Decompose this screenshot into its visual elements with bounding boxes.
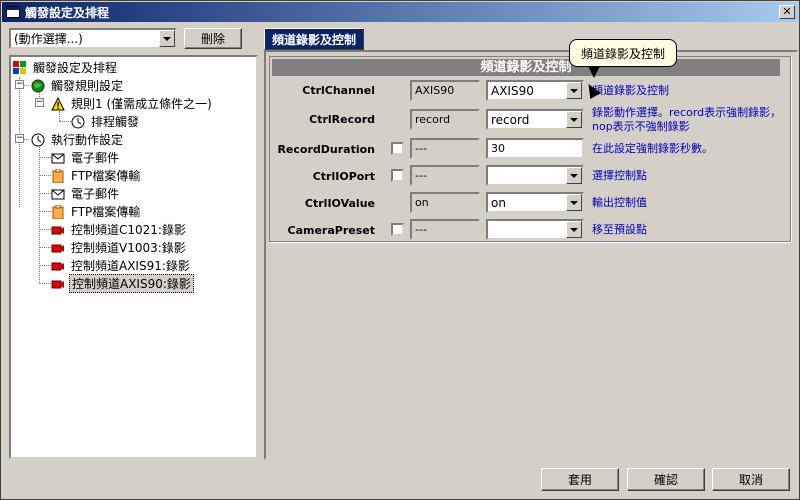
tree-item-label: 規則1 (僅需成立條件之一) [71,97,212,111]
window-title: 觸發設定及排程 [25,5,110,20]
tree-item-label: 電子郵件 [71,151,120,165]
chevron-down-icon[interactable] [566,82,582,99]
ctrl-channel-desc: 頻道錄影及控制 [592,84,669,97]
tree-item-root[interactable]: 觸發設定及排程 [13,59,119,76]
app-grid-icon [13,60,27,75]
ctrl-record-desc: 錄影動作選擇。record表示強制錄影，nop表示不強制錄影 [592,106,782,133]
tree-panel[interactable]: 觸發設定及排程 − 觸發規則設定 − 規則1 (僅需成立條件之一) 排程觸發 −… [9,55,258,459]
tree-item-email-2[interactable]: 電子郵件 [51,185,121,202]
tree-item-channel-v1003[interactable]: 控制頻道V1003:錄影 [51,239,188,256]
record-duration-label: RecordDuration [277,143,375,156]
tree-item-rule1[interactable]: 規則1 (僅需成立條件之一) [51,95,214,112]
tab-channel-record-control[interactable]: 頻道錄影及控制 [264,28,364,50]
tree-item-actions[interactable]: 執行動作設定 [31,131,125,148]
camera-preset-desc: 移至預設點 [592,223,647,236]
ctrl-io-port-current: --- [410,165,480,186]
ctrl-io-value-value: on [491,195,506,210]
tree-item-label: FTP檔案傳輸 [71,205,141,219]
record-duration-desc: 在此設定強制錄影秒數。 [592,142,713,155]
cancel-button[interactable]: 取消 [712,468,790,491]
tooltip: 頻道錄影及控制 [569,39,677,67]
camera-preset-label: CameraPreset [287,224,375,237]
delete-button[interactable]: 刪除 [184,28,242,49]
ctrl-io-value-current: on [410,192,480,213]
tree-item-label: 執行動作設定 [51,133,124,147]
record-duration-current: --- [410,138,480,159]
tree-item-channel-axis91[interactable]: 控制頻道AXIS91:錄影 [51,257,192,274]
chevron-down-icon[interactable] [566,167,582,184]
action-select[interactable]: (動作選擇...) [9,28,177,49]
collapse-icon[interactable]: − [15,80,24,89]
tree-item-label: FTP檔案傳輸 [71,169,141,183]
ok-button[interactable]: 確認 [627,468,705,491]
camera-preset-checkbox[interactable] [391,223,404,236]
tree-item-label: 控制頻道C1021:錄影 [71,223,186,237]
tree-item-email-1[interactable]: 電子郵件 [51,149,121,166]
tree-item-label: 電子郵件 [71,187,120,201]
tree-item-ftp-1[interactable]: FTP檔案傳輸 [51,167,142,184]
ctrl-channel-value: AXIS90 [491,83,534,98]
record-duration-input[interactable]: 30 [486,138,584,159]
camera-icon [51,241,65,255]
globe-icon [31,79,45,93]
camera-preset-select[interactable] [486,219,584,240]
action-select-value: (動作選擇...) [14,32,83,46]
tooltip-tail [588,66,600,78]
ctrl-io-port-select[interactable] [486,165,584,186]
tree-item-label: 控制頻道V1003:錄影 [71,241,186,255]
tree-item-label: 控制頻道AXIS90:錄影 [69,274,194,293]
tree-item-channel-c1021[interactable]: 控制頻道C1021:錄影 [51,221,188,238]
collapse-icon[interactable]: − [15,134,24,143]
collapse-icon[interactable]: − [35,98,44,107]
ftp-file-icon [51,204,65,219]
tree-item-label: 排程觸發 [91,115,140,129]
ctrl-channel-current: AXIS90 [410,80,480,101]
ctrl-io-port-label: CtrlIOPort [312,170,375,183]
camera-preset-current: --- [410,219,480,240]
camera-icon [51,277,65,291]
ctrl-record-value: record [491,112,530,127]
clock-icon [31,133,45,147]
tree-item-label: 觸發設定及排程 [33,61,118,75]
clock-icon [71,115,85,129]
warning-icon [51,96,65,111]
ctrl-io-value-label: CtrlIOValue [304,197,375,210]
tree-item-ftp-2[interactable]: FTP檔案傳輸 [51,203,142,220]
chevron-down-icon[interactable] [566,111,582,128]
tree-item-schedule[interactable]: 排程觸發 [71,113,141,130]
ctrl-io-port-checkbox[interactable] [391,169,404,182]
ctrl-io-value-desc: 輸出控制值 [592,196,647,209]
ctrl-io-value-select[interactable]: on [486,192,584,213]
ctrl-record-select[interactable]: record [486,109,584,130]
window-icon [6,6,20,18]
ctrl-record-current: record [410,109,480,130]
apply-button[interactable]: 套用 [541,468,619,491]
title-bar[interactable]: 觸發設定及排程 ✕ [2,2,798,22]
ctrl-record-label: CtrlRecord [309,113,375,126]
tree-item-channel-axis90[interactable]: 控制頻道AXIS90:錄影 [51,274,194,293]
camera-icon [51,223,65,237]
ctrl-channel-select[interactable]: AXIS90 [486,80,584,101]
camera-icon [51,259,65,273]
ftp-file-icon [51,168,65,183]
record-duration-checkbox[interactable] [391,142,404,155]
close-button[interactable]: ✕ [779,5,795,19]
chevron-down-icon[interactable] [159,30,175,47]
chevron-down-icon[interactable] [566,194,582,211]
envelope-icon [51,187,65,201]
tree-item-label: 觸發規則設定 [51,79,124,93]
chevron-down-icon[interactable] [566,221,582,238]
tree-item-label: 控制頻道AXIS91:錄影 [71,259,190,273]
ctrl-channel-label: CtrlChannel [302,84,375,97]
tree-item-trigger-rules[interactable]: 觸發規則設定 [31,77,125,94]
group-title: 頻道錄影及控制 [272,59,780,76]
envelope-icon [51,151,65,165]
ctrl-io-port-desc: 選擇控制點 [592,169,647,182]
